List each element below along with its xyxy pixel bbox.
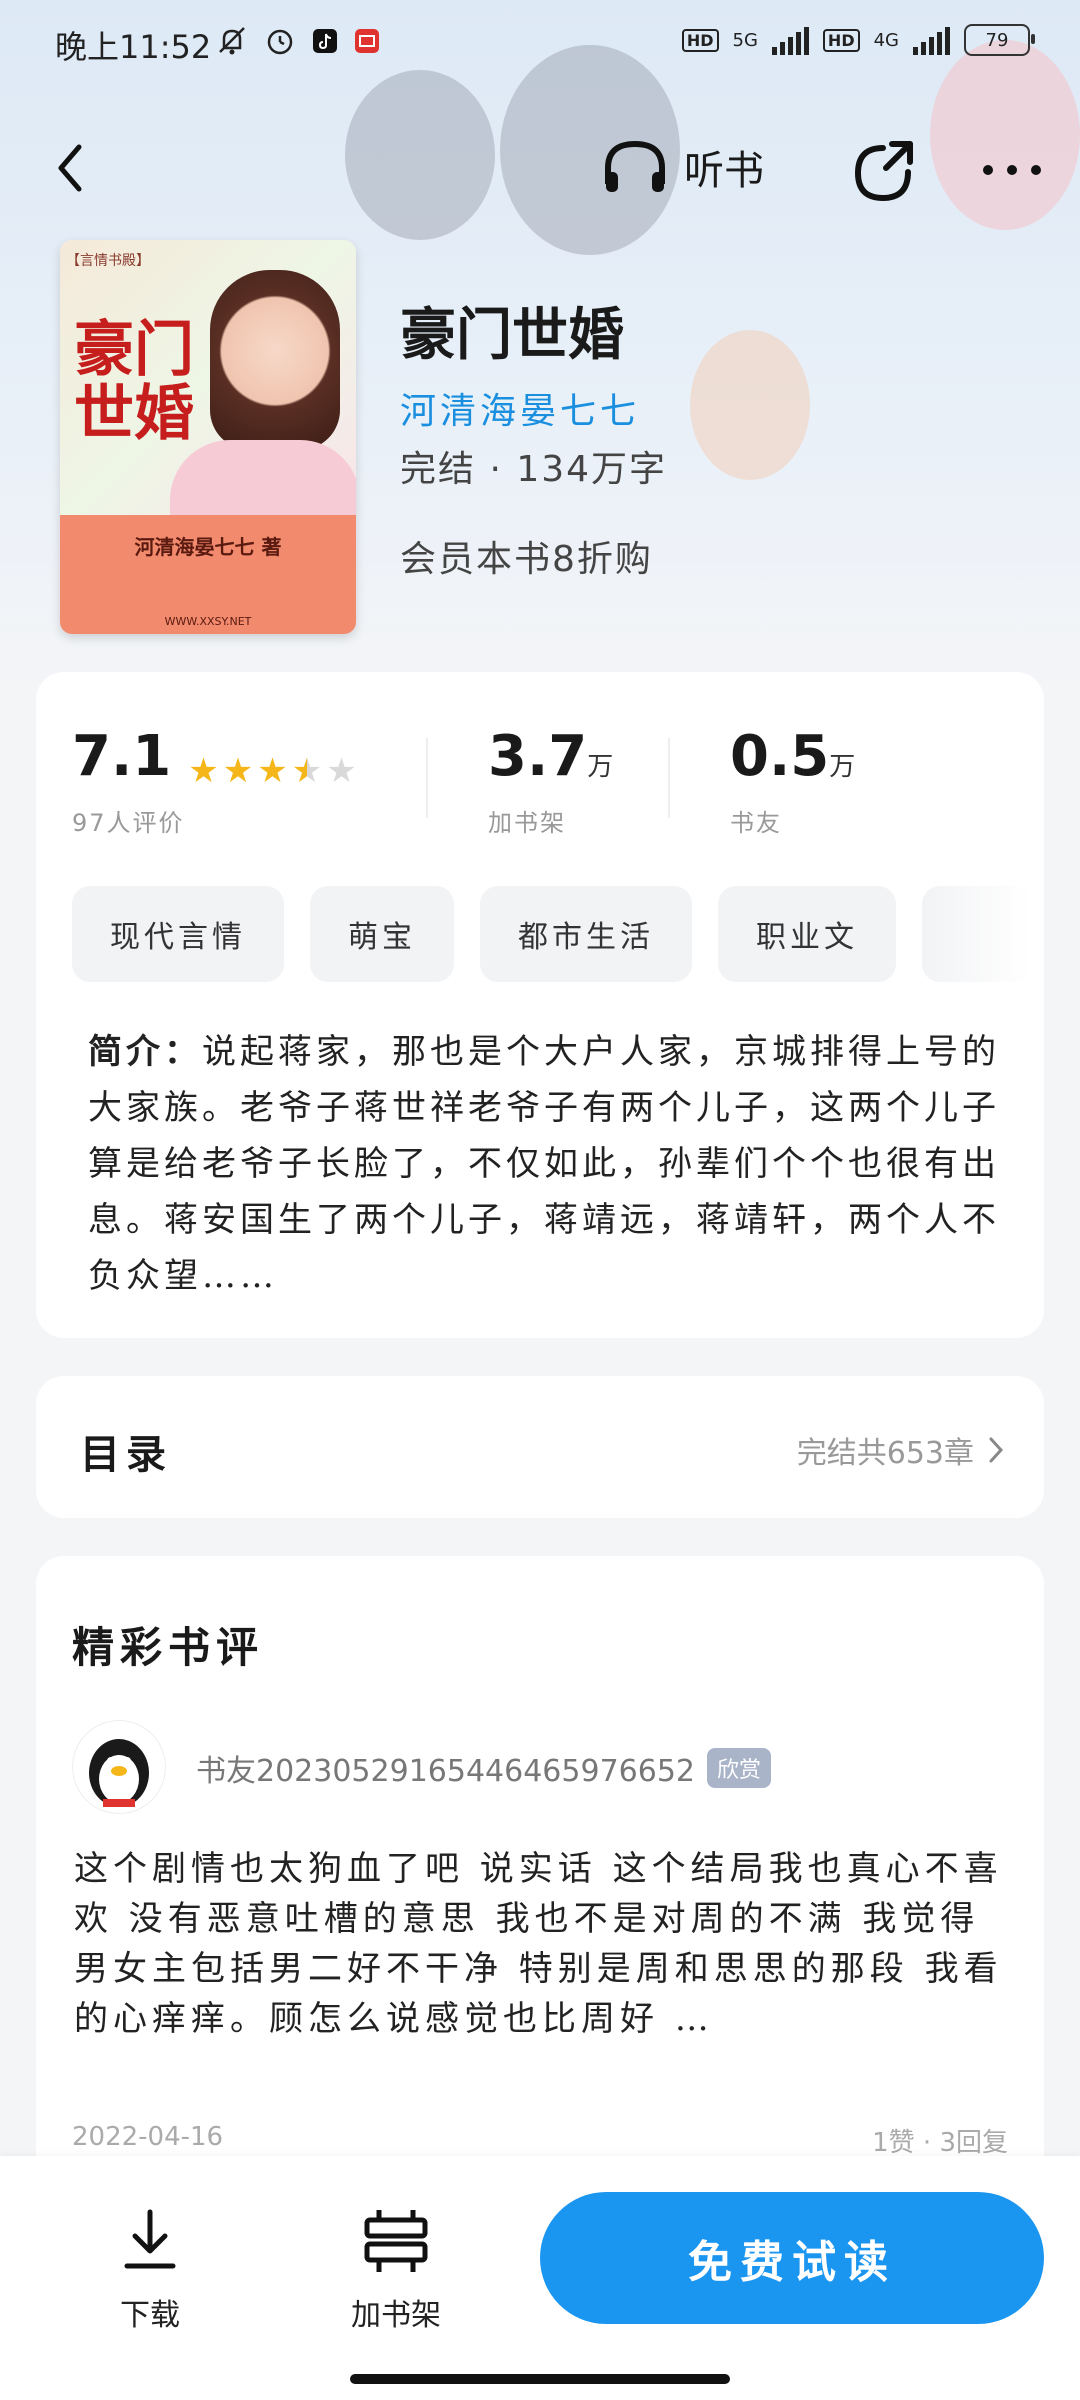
app-notification-icon (355, 29, 379, 53)
rating-count: 97人评价 (72, 809, 185, 837)
add-to-shelf-button[interactable]: 加书架 (326, 2206, 466, 2334)
shelf-unit: 万 (587, 752, 614, 782)
star-icon: ★ (188, 750, 219, 791)
reviewer-name: 书友20230529165446465976652 (196, 1754, 695, 1789)
status-notification-icons (215, 24, 381, 58)
cover-title: 豪门世婚 (74, 315, 194, 449)
shelf-stat: 3.7万 加书架 (488, 724, 613, 838)
cover-author: 河清海晏七七 著 (134, 535, 282, 559)
more-button[interactable] (980, 140, 1050, 200)
alarm-icon (267, 29, 293, 55)
free-read-button[interactable]: 免费试读 (540, 2192, 1044, 2324)
friends-unit: 万 (829, 752, 856, 782)
hd-icon: HD (822, 28, 860, 52)
friends-label: 书友 (730, 809, 782, 837)
stat-divider (668, 738, 670, 818)
listen-button[interactable]: 听书 (600, 136, 764, 198)
chevron-left-icon (58, 144, 82, 192)
tiktok-icon (313, 29, 337, 53)
penguin-avatar-icon (89, 1739, 149, 1807)
more-icon (983, 165, 1041, 175)
cover-footer: 河清海晏七七 著 WWW.XXSY.NET (60, 515, 356, 634)
chevron-right-icon (989, 1437, 1004, 1463)
tag-chip[interactable]: 萌宝 (310, 886, 454, 982)
review-date: 2022-04-16 (72, 2122, 224, 2152)
top-nav: 听书 (0, 130, 1080, 210)
stat-divider (426, 738, 428, 818)
signal-icon (913, 25, 950, 55)
reviews-card: 精彩书评 书友20230529165446465976652 欣赏 这个剧情也太… (36, 1556, 1044, 2256)
toc-title: 目录 (80, 1432, 172, 1478)
star-icon: ★ (222, 750, 254, 791)
share-button[interactable] (848, 136, 918, 206)
tag-chip[interactable]: 都市生活 (480, 886, 692, 982)
book-cover[interactable]: 【言情书殿】 豪门世婚 河清海晏七七 著 WWW.XXSY.NET (60, 240, 356, 634)
review-stats[interactable]: 1赞 · 3回复 (872, 2122, 1008, 2159)
network-5g: 5G (732, 29, 758, 51)
review-text[interactable]: 这个剧情也太狗血了吧 说实话 这个结局我也真心不喜欢 没有恶意吐槽的意思 我也不… (74, 1844, 1014, 2044)
cover-site: WWW.XXSY.NET (164, 615, 252, 628)
share-icon (854, 141, 913, 202)
download-icon (124, 2209, 176, 2269)
book-intro[interactable]: 简介：说起蒋家，那也是个大户人家，京城排得上号的大家族。老爷子蒋世祥老爷子有两个… (88, 1024, 1008, 1304)
status-right-icons: HD 5G HD 4G 79 (681, 24, 1035, 56)
rating-stars: ★ ★ ★ ★ ★ (188, 754, 356, 788)
rating-stat[interactable]: 7.1 ★ ★ ★ ★ ★ 97人评价 (72, 724, 357, 838)
signal-icon (771, 25, 809, 55)
bookshelf-icon (364, 2210, 428, 2272)
download-label: 下载 (120, 2298, 180, 2333)
bell-mute-icon (219, 27, 245, 55)
book-info-card: 7.1 ★ ★ ★ ★ ★ 97人评价 3.7万 加书架 0.5万 书友 现代言… (36, 672, 1044, 1338)
cover-art: 【言情书殿】 豪门世婚 (60, 240, 356, 530)
book-title: 豪门世婚 (400, 302, 624, 368)
add-to-shelf-label: 加书架 (351, 2298, 441, 2333)
network-4g: 4G (873, 29, 899, 51)
shelf-count: 3.7 (488, 724, 588, 789)
member-discount[interactable]: 会员本书8折购 (400, 530, 653, 582)
friends-stat[interactable]: 0.5万 书友 (730, 724, 855, 838)
reviews-title: 精彩书评 (72, 1623, 265, 1672)
headphones-icon (605, 140, 665, 192)
toc-info: 完结共653章 (797, 1428, 1004, 1472)
intro-label: 简介： (88, 1032, 202, 1072)
reviewer-info[interactable]: 书友20230529165446465976652 欣赏 (196, 1746, 772, 1790)
avatar[interactable] (72, 1720, 166, 1814)
toc-card[interactable]: 目录 完结共653章 (36, 1376, 1044, 1518)
intro-text: 说起蒋家，那也是个大户人家，京城排得上号的大家族。老爷子蒋世祥老爷子有两个儿子，… (88, 1032, 1000, 1296)
download-button[interactable]: 下载 (80, 2206, 220, 2334)
listen-label: 听书 (684, 148, 764, 194)
friends-count: 0.5 (730, 724, 830, 789)
tag-list: 现代言情 萌宝 都市生活 职业文 (72, 886, 1032, 982)
book-status: 完结 · 134万字 (400, 449, 668, 490)
status-bar: 晚上11:52 HD 5G HD 4G 79 (0, 0, 1080, 90)
tag-chip[interactable]: 现代言情 (72, 886, 284, 982)
cover-label: 【言情书殿】 (66, 253, 150, 269)
book-author-link[interactable]: 河清海晏七七 (400, 382, 640, 434)
back-button[interactable] (40, 138, 100, 198)
toc-chapter-count: 完结共653章 (796, 1436, 974, 1471)
rating-value: 7.1 (72, 724, 172, 789)
tag-overflow (922, 886, 1032, 982)
star-icon: ★ (257, 750, 288, 791)
battery-icon: 79 (964, 24, 1035, 56)
status-time: 晚上11:52 (55, 28, 212, 66)
home-indicator[interactable] (350, 2374, 730, 2384)
bottom-action-bar: 下载 加书架 免费试读 (0, 2156, 1080, 2400)
reviewer-badge: 欣赏 (707, 1748, 772, 1788)
hd-icon: HD (681, 28, 719, 52)
cover-character (210, 270, 340, 450)
star-empty-icon: ★ (326, 750, 357, 791)
decor-balloon (690, 330, 810, 480)
shelf-label: 加书架 (488, 809, 566, 837)
tag-chip[interactable]: 职业文 (718, 886, 896, 982)
star-half-icon: ★ (291, 750, 323, 791)
